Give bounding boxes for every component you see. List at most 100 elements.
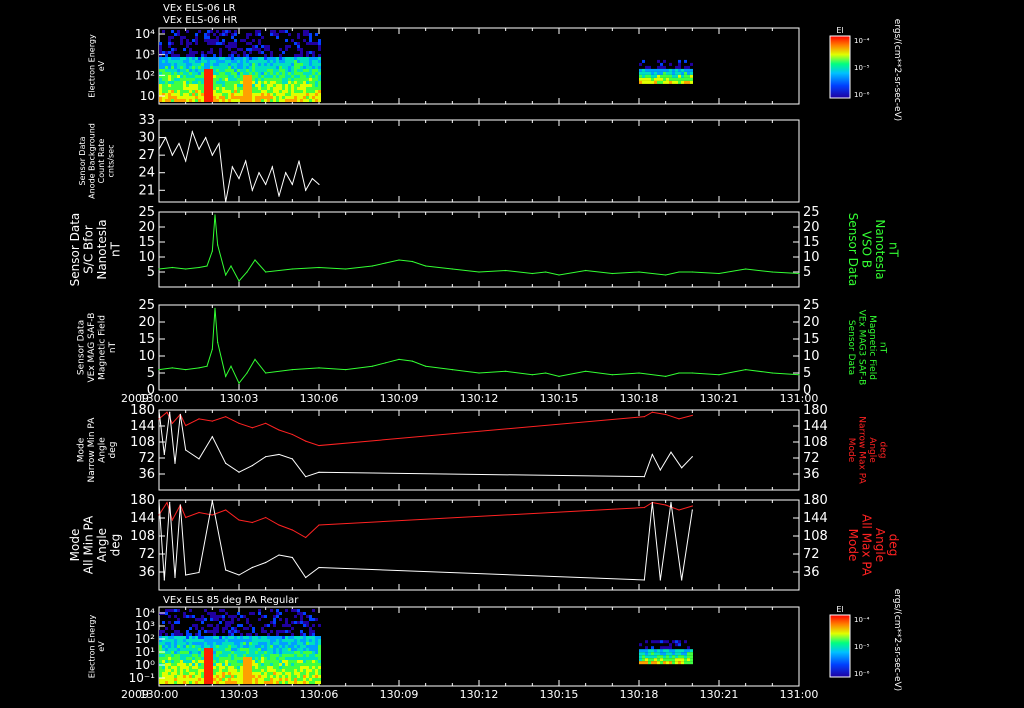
data-point (171, 154, 173, 156)
heat-cell (300, 54, 303, 57)
heat-cell (162, 51, 165, 54)
heat-cell (219, 72, 222, 75)
y-axis-label: nT (108, 341, 118, 353)
heat-cell (201, 672, 204, 675)
heat-cell (294, 663, 297, 666)
heat-cell (222, 630, 225, 633)
heat-cell (243, 657, 246, 660)
heat-cell (285, 60, 288, 63)
heat-cell (246, 636, 249, 639)
heat-cell (288, 651, 291, 654)
heat-cell (210, 66, 213, 69)
heat-cell (273, 60, 276, 63)
heat-cell (249, 681, 252, 684)
heat-cell (288, 648, 291, 651)
heat-cell (174, 660, 177, 663)
heat-cell (669, 652, 672, 656)
heat-cell (207, 87, 210, 90)
heat-cell (264, 615, 267, 618)
heat-cell (261, 642, 264, 645)
heat-cell (297, 657, 300, 660)
data-point (163, 453, 165, 456)
data-point (158, 369, 160, 371)
x-tick-label: 131:00 (780, 688, 819, 701)
heat-cell (276, 669, 279, 672)
heat-cell (243, 636, 246, 639)
heat-cell (219, 639, 222, 642)
heat-cell (285, 657, 288, 660)
heat-cell (177, 54, 180, 57)
heat-cell (240, 642, 243, 645)
data-point (451, 268, 453, 270)
heat-cell (177, 60, 180, 63)
title-hr: VEx ELS-06 HR (163, 15, 238, 26)
heat-cell (213, 672, 216, 675)
heat-cell (207, 624, 210, 627)
heat-cell (165, 660, 168, 663)
heat-cell (243, 672, 246, 675)
heat-cell (318, 666, 321, 669)
heat-cell (255, 45, 258, 48)
series-line-4-1 (158, 410, 693, 478)
heat-cell (168, 63, 171, 66)
heat-cell (195, 51, 198, 54)
heat-cell (303, 30, 306, 33)
heat-cell (216, 654, 219, 657)
heat-cell (297, 45, 300, 48)
heat-cell (288, 84, 291, 87)
heat-cell (249, 51, 252, 54)
heat-cell (312, 672, 315, 675)
heat-cell (213, 636, 216, 639)
heat-cell (663, 74, 666, 78)
data-point (217, 341, 219, 343)
heat-cell (222, 660, 225, 663)
data-point (670, 501, 672, 504)
heat-cell (219, 51, 222, 54)
heat-cell (210, 42, 213, 45)
heat-cell (318, 660, 321, 663)
heat-cell (183, 99, 186, 102)
y-tick-label: 27 (138, 148, 155, 163)
heat-cell (216, 636, 219, 639)
heat-cell (261, 93, 264, 96)
heat-cell (303, 666, 306, 669)
heat-cell (663, 661, 666, 665)
heat-cell (297, 63, 300, 66)
heat-cell (297, 78, 300, 81)
heat-cell (159, 42, 162, 45)
heat-cell (171, 672, 174, 675)
heat-cell (204, 678, 207, 681)
heat-cell (252, 669, 255, 672)
heat-cell (159, 72, 162, 75)
heat-cell (204, 84, 207, 87)
heat-cell (306, 657, 309, 660)
heat-cell (315, 72, 318, 75)
data-point (191, 131, 193, 133)
heat-cell (663, 68, 666, 72)
heat-cell (168, 609, 171, 612)
heat-cell (174, 60, 177, 63)
data-point (318, 367, 320, 369)
heat-cell (180, 669, 183, 672)
heat-cell (162, 30, 165, 33)
heat-cell (162, 66, 165, 69)
heat-cell (165, 675, 168, 678)
heat-cell (288, 642, 291, 645)
heat-cell (216, 66, 219, 69)
heat-cell (264, 636, 267, 639)
heat-cell (210, 678, 213, 681)
heat-cell (219, 96, 222, 99)
heat-cell (288, 636, 291, 639)
heat-cell (243, 60, 246, 63)
heat-cell (270, 648, 273, 651)
heat-cell (225, 678, 228, 681)
heat-cell (186, 81, 189, 84)
heat-cell (168, 657, 171, 660)
heat-cell (189, 81, 192, 84)
heat-cell (216, 81, 219, 84)
heat-cell (315, 93, 318, 96)
heat-cell (177, 63, 180, 66)
heat-cell (642, 658, 645, 662)
heat-cell (684, 71, 687, 75)
data-point (225, 416, 227, 418)
